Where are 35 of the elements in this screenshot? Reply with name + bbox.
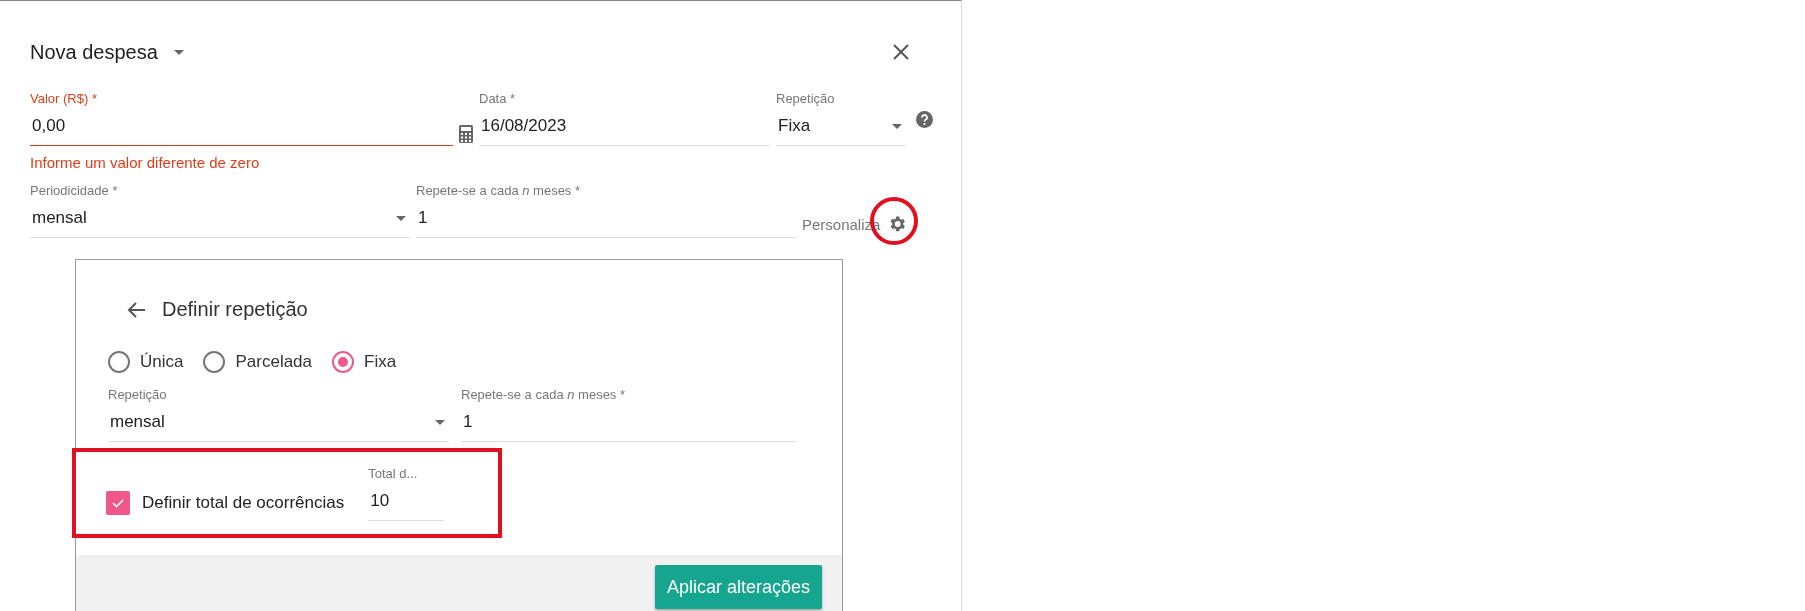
help-icon[interactable] [916,111,933,128]
checkbox-label[interactable]: Definir total de ocorrências [142,493,345,513]
radio-button[interactable] [108,351,130,373]
dropdown-arrow-icon [396,215,406,221]
dialog-title: Nova despesa [30,40,158,64]
select-field[interactable]: Fixa [776,107,906,146]
select-field[interactable]: mensal [108,403,449,442]
radio-label[interactable]: Parcelada [235,352,313,372]
dropdown-arrow-icon [892,123,902,129]
field-label: Repete-se a cada n meses * [416,183,582,199]
select-field[interactable]: mensal [30,199,410,238]
input-field[interactable]: 0,00 [30,107,453,146]
field-label: Valor (R$) * [30,91,98,107]
radio-button[interactable] [332,351,355,373]
radio-label[interactable]: Fixa [364,352,397,372]
field-label: Periodicidade * [30,183,119,199]
input-field[interactable]: 10 [368,481,445,521]
checkbox[interactable] [106,491,130,515]
field-label: Data * [479,91,517,107]
field-label: Repetição [776,91,836,107]
field-label: Repete-se a cada n meses * [461,387,627,403]
input-field[interactable]: 1 [461,403,797,442]
input-field[interactable]: 1 [416,199,796,238]
dropdown-arrow-icon [435,419,445,425]
close-icon[interactable] [893,44,909,60]
panel-title: Definir repetição [162,298,308,321]
input-field[interactable]: 16/08/2023 [479,107,770,146]
radio-label[interactable]: Única [140,352,184,372]
caret-icon[interactable] [173,49,184,55]
radio-button[interactable] [203,351,226,373]
field-label: Total d... [368,465,419,482]
back-arrow-icon[interactable] [126,300,146,319]
error-message: Informe um valor diferente de zero [30,154,261,171]
field-label: Repetição [108,387,168,403]
calculator-icon[interactable] [459,125,473,143]
